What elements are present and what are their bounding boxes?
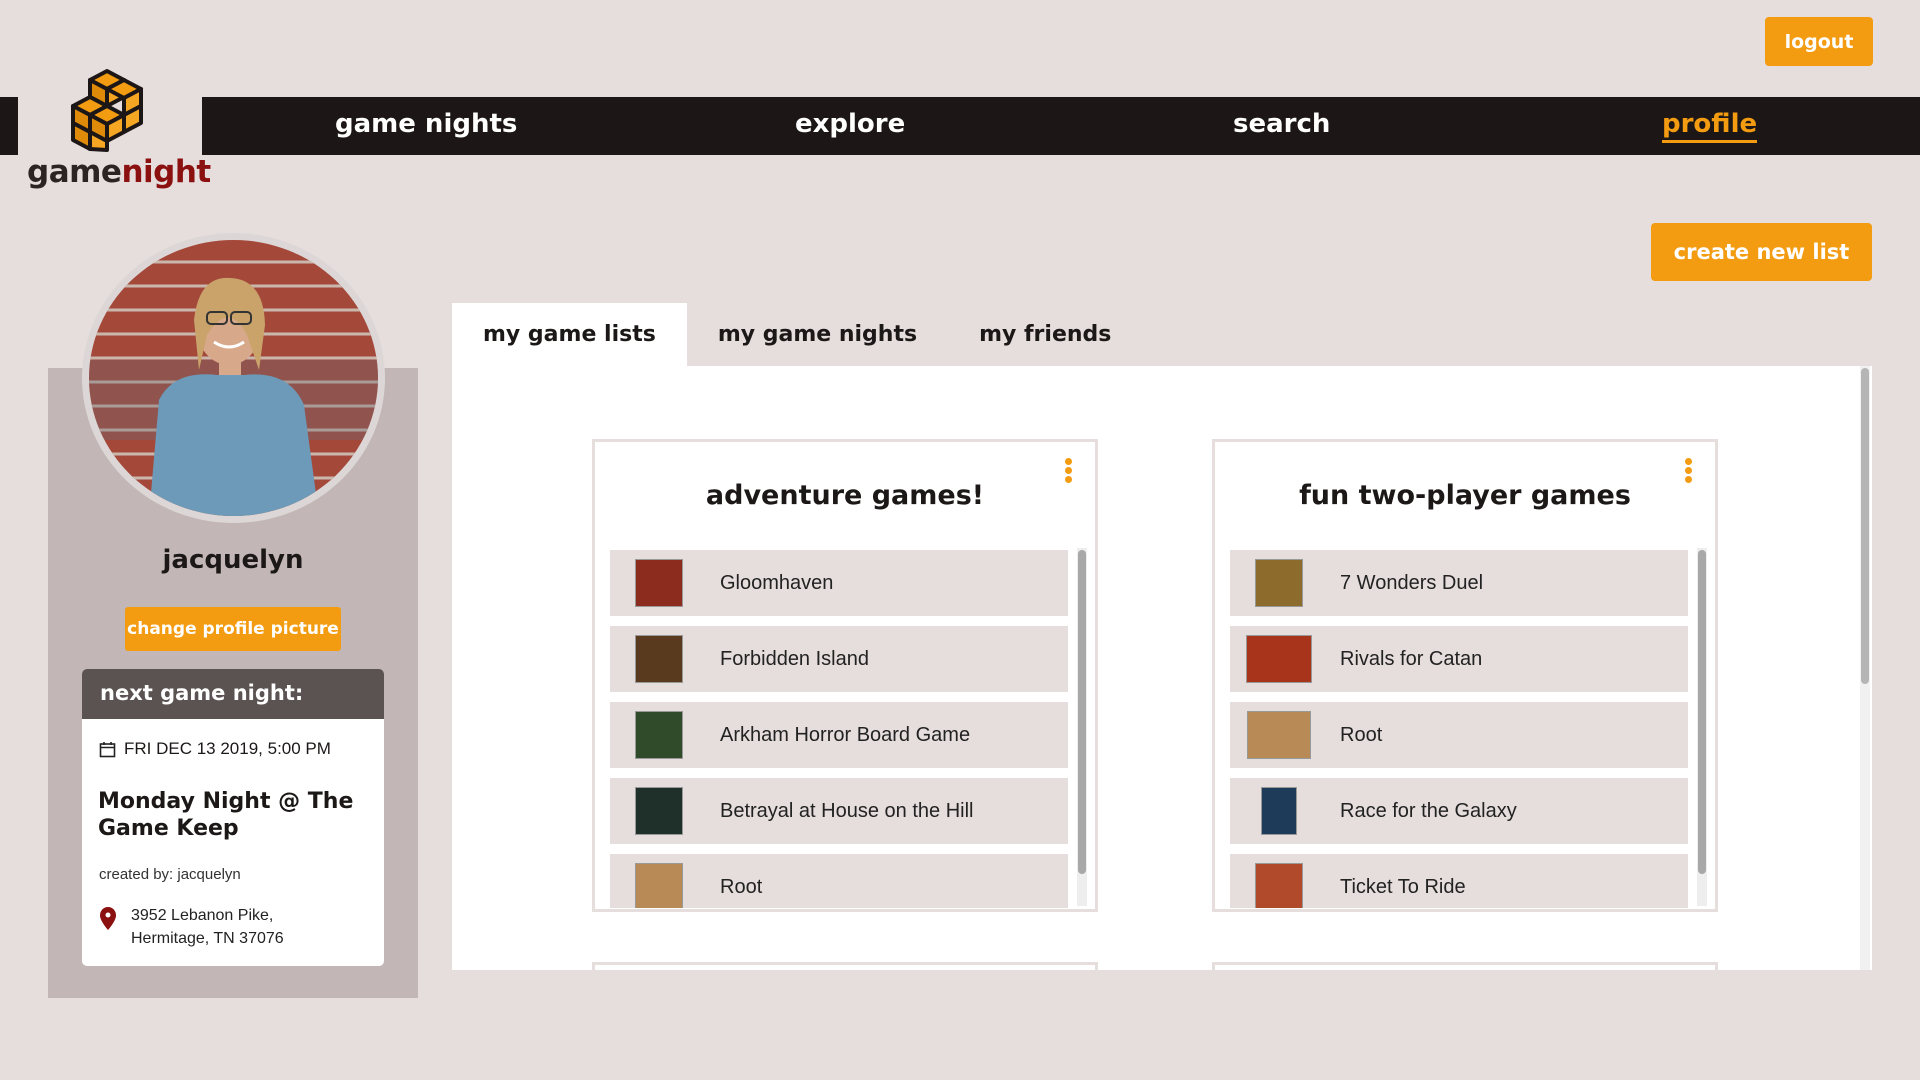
main-nav: game nights explore search profile	[202, 97, 1920, 155]
list-item[interactable]: Root	[1230, 702, 1688, 768]
nav-profile[interactable]: profile	[1662, 109, 1758, 143]
game-thumbnail	[625, 557, 693, 609]
address-line-1: 3952 Lebanon Pike,	[131, 907, 274, 924]
list-title: adventure games!	[705, 480, 985, 511]
game-thumbnail	[1245, 861, 1313, 908]
list-item[interactable]: Forbidden Island	[610, 626, 1068, 692]
next-game-night-title[interactable]: Monday Night @ The Game Keep	[98, 788, 368, 842]
game-thumbnail	[625, 861, 693, 908]
game-name: Arkham Horror Board Game	[720, 723, 971, 746]
tab-my-game-nights[interactable]: my game nights	[687, 303, 948, 366]
logout-button[interactable]: logout	[1765, 17, 1873, 66]
cubes-logo-icon	[71, 69, 143, 152]
list-item[interactable]: Race for the Galaxy	[1230, 778, 1688, 844]
game-name: Ticket To Ride	[1340, 875, 1466, 898]
game-thumbnail	[625, 633, 693, 685]
profile-avatar	[82, 233, 385, 523]
avatar-photo	[89, 240, 378, 516]
next-game-night-date-text: FRI DEC 13 2019, 5:00 PM	[124, 739, 331, 758]
nav-search[interactable]: search	[1233, 109, 1330, 139]
game-list-card	[1212, 962, 1718, 970]
next-game-night-address: 3952 Lebanon Pike, Hermitage, TN 37076	[99, 904, 284, 950]
gamenight-logo[interactable]: gamenight	[22, 68, 211, 198]
game-list-card	[592, 962, 1098, 970]
next-game-night-date: FRI DEC 13 2019, 5:00 PM	[99, 739, 331, 759]
game-lists-panel: adventure games! Gloomhaven Forbidden Is…	[452, 366, 1872, 970]
address-line-2: Hermitage, TN 37076	[131, 930, 284, 947]
game-thumbnail	[1245, 709, 1313, 761]
list-title: fun two-player games	[1299, 480, 1631, 511]
game-thumbnail	[1245, 785, 1313, 837]
list-item[interactable]: 7 Wonders Duel	[1230, 550, 1688, 616]
list-item[interactable]: Gloomhaven	[610, 550, 1068, 616]
game-name: Gloomhaven	[720, 571, 834, 594]
next-game-night-creator: created by: jacquelyn	[99, 866, 241, 883]
list-item[interactable]: Arkham Horror Board Game	[610, 702, 1068, 768]
brand-wordmark: gamenight	[27, 154, 211, 190]
location-pin-icon	[100, 907, 116, 930]
change-profile-picture-button[interactable]: change profile picture	[125, 607, 341, 651]
game-name: Rivals for Catan	[1340, 647, 1483, 670]
game-name: 7 Wonders Duel	[1340, 571, 1484, 594]
game-name: Root	[720, 875, 763, 898]
list-items: Gloomhaven Forbidden Island Arkham Horro…	[610, 550, 1068, 908]
game-name: Forbidden Island	[720, 647, 869, 670]
nav-explore[interactable]: explore	[795, 109, 905, 139]
navbar-left-strip	[0, 97, 18, 155]
game-thumbnail	[1245, 557, 1313, 609]
game-list-card: adventure games! Gloomhaven Forbidden Is…	[592, 439, 1098, 912]
list-item[interactable]: Rivals for Catan	[1230, 626, 1688, 692]
game-name: Root	[1340, 723, 1383, 746]
list-items: 7 Wonders Duel Rivals for Catan Root Rac…	[1230, 550, 1688, 908]
nav-game-nights[interactable]: game nights	[335, 109, 517, 139]
create-new-list-button[interactable]: create new list	[1651, 223, 1872, 281]
tab-my-friends[interactable]: my friends	[948, 303, 1142, 366]
game-name: Betrayal at House on the Hill	[720, 799, 974, 822]
list-scrollbar[interactable]	[1077, 548, 1087, 906]
tab-my-game-lists[interactable]: my game lists	[452, 303, 687, 366]
list-item[interactable]: Ticket To Ride	[1230, 854, 1688, 908]
game-list-card: fun two-player games 7 Wonders Duel Riva…	[1212, 439, 1718, 912]
calendar-icon	[99, 741, 116, 757]
game-thumbnail	[625, 785, 693, 837]
game-thumbnail	[625, 709, 693, 761]
list-item[interactable]: Betrayal at House on the Hill	[610, 778, 1068, 844]
list-scrollbar[interactable]	[1697, 548, 1707, 906]
game-thumbnail	[1245, 633, 1313, 685]
game-name: Race for the Galaxy	[1340, 799, 1517, 822]
profile-username: jacquelyn	[162, 545, 304, 575]
next-game-night-header: next game night:	[82, 669, 384, 719]
panel-scrollbar[interactable]	[1860, 366, 1870, 970]
list-item[interactable]: Root	[610, 854, 1068, 908]
profile-tabs: my game lists my game nights my friends	[452, 303, 1142, 366]
next-game-night-card[interactable]: next game night: FRI DEC 13 2019, 5:00 P…	[82, 669, 384, 966]
